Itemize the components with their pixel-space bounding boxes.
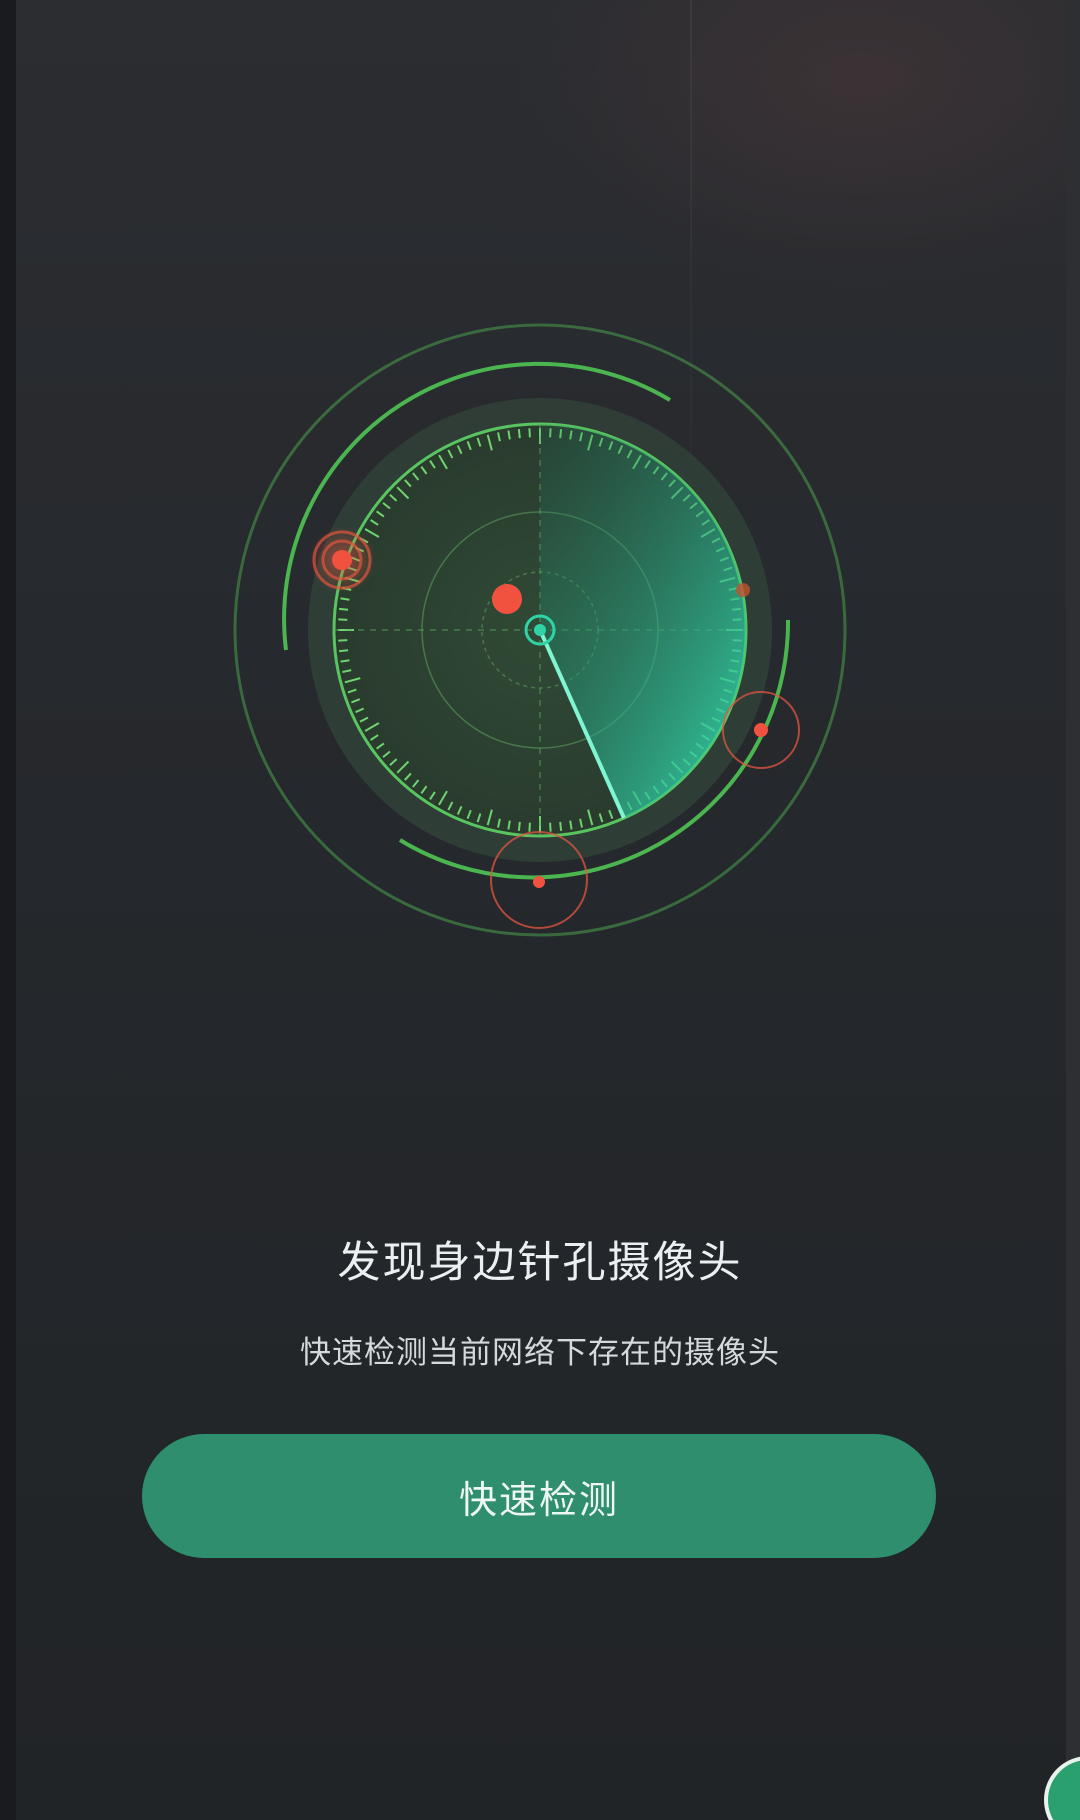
- target-dot-right: [754, 723, 768, 737]
- dial-tick: [517, 821, 521, 831]
- dial-tick: [559, 821, 563, 831]
- dial-tick: [528, 822, 531, 832]
- dial-tick: [338, 618, 348, 621]
- dial-tick: [517, 429, 521, 439]
- dial-tick: [569, 820, 573, 830]
- app-screen: 发现身边针孔摄像头 快速检测当前网络下存在的摄像头 快速检测: [0, 0, 1080, 1820]
- page-subtitle: 快速检测当前网络下存在的摄像头: [300, 1335, 780, 1371]
- dial-tick: [339, 607, 349, 611]
- floating-badge-icon[interactable]: [1044, 1756, 1080, 1820]
- target-dot-left: [332, 550, 352, 570]
- dial-tick: [549, 822, 552, 832]
- page-title: 发现身边针孔摄像头: [337, 1238, 743, 1288]
- quick-scan-button[interactable]: 快速检测: [142, 1434, 936, 1558]
- dial-tick: [339, 649, 349, 653]
- radar-scan-icon: [230, 320, 850, 940]
- dial-tick: [340, 659, 350, 663]
- target-dot-small: [736, 583, 750, 597]
- dial-tick: [507, 820, 511, 830]
- left-edge: [0, 0, 16, 1820]
- target-dot-bottom: [533, 876, 545, 888]
- dial-tick: [507, 430, 511, 440]
- center-dot: [534, 624, 546, 636]
- right-edge: [1066, 0, 1080, 1820]
- target-dot-center: [492, 584, 522, 614]
- dial-tick: [528, 428, 531, 438]
- dial-tick: [340, 597, 350, 601]
- radar-graphic: [233, 323, 847, 937]
- dial-tick: [338, 639, 348, 642]
